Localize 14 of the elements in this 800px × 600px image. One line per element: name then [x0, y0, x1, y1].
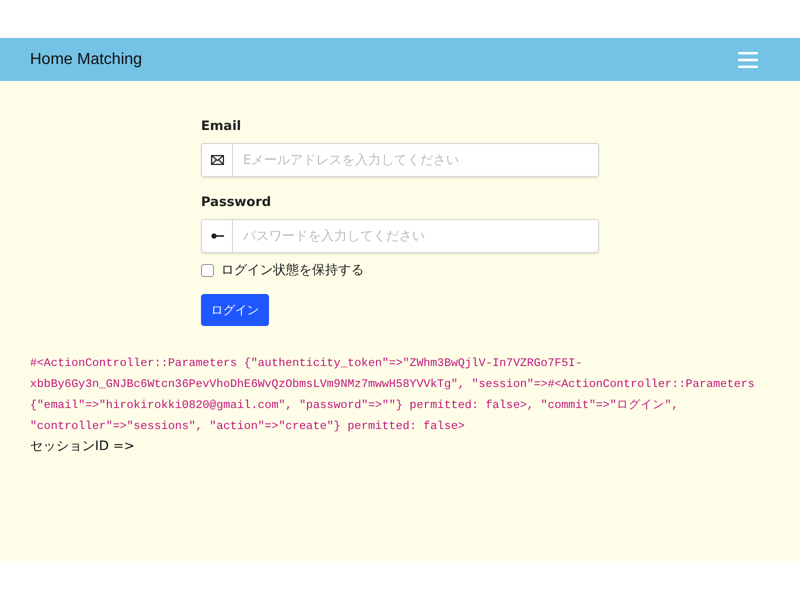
- debug-output-line: {"email"=>"hirokirokki0820@gmail.com", "password"=>""} permitted: false>, "commit"=>"ログイン",: [30, 398, 678, 414]
- field-label: Password: [201, 195, 272, 210]
- key-icon: [210, 233, 224, 239]
- brand-name[interactable]: Home Matching: [30, 50, 142, 68]
- session-text: セッションID =>: [30, 438, 135, 455]
- checkbox[interactable]: [201, 264, 214, 276]
- debug-output-line: "controller"=>"sessions", "action"=>"create"} permitted: false>: [30, 419, 465, 435]
- login-button[interactable]: ログイン: [201, 294, 269, 326]
- field-label: Email: [201, 119, 242, 134]
- envelope-icon: [210, 155, 224, 165]
- debug-output-line: #<ActionController::Parameters {"authenticity_token"=>"ZWhm3BwQjlV-In7VZRGo7F5I-: [30, 356, 582, 372]
- debug-output-line: xbbBy6Gy3n_GNJBc6Wtcn36PevVhoDhE6WvQzObmsLVm9NMz7mwwH58YVVkTg", "session"=>#<ActionController::Parameters: [30, 377, 755, 393]
- checkbox-label: ログイン状態を保持する: [221, 262, 364, 279]
- menu-icon[interactable]: [738, 52, 758, 68]
